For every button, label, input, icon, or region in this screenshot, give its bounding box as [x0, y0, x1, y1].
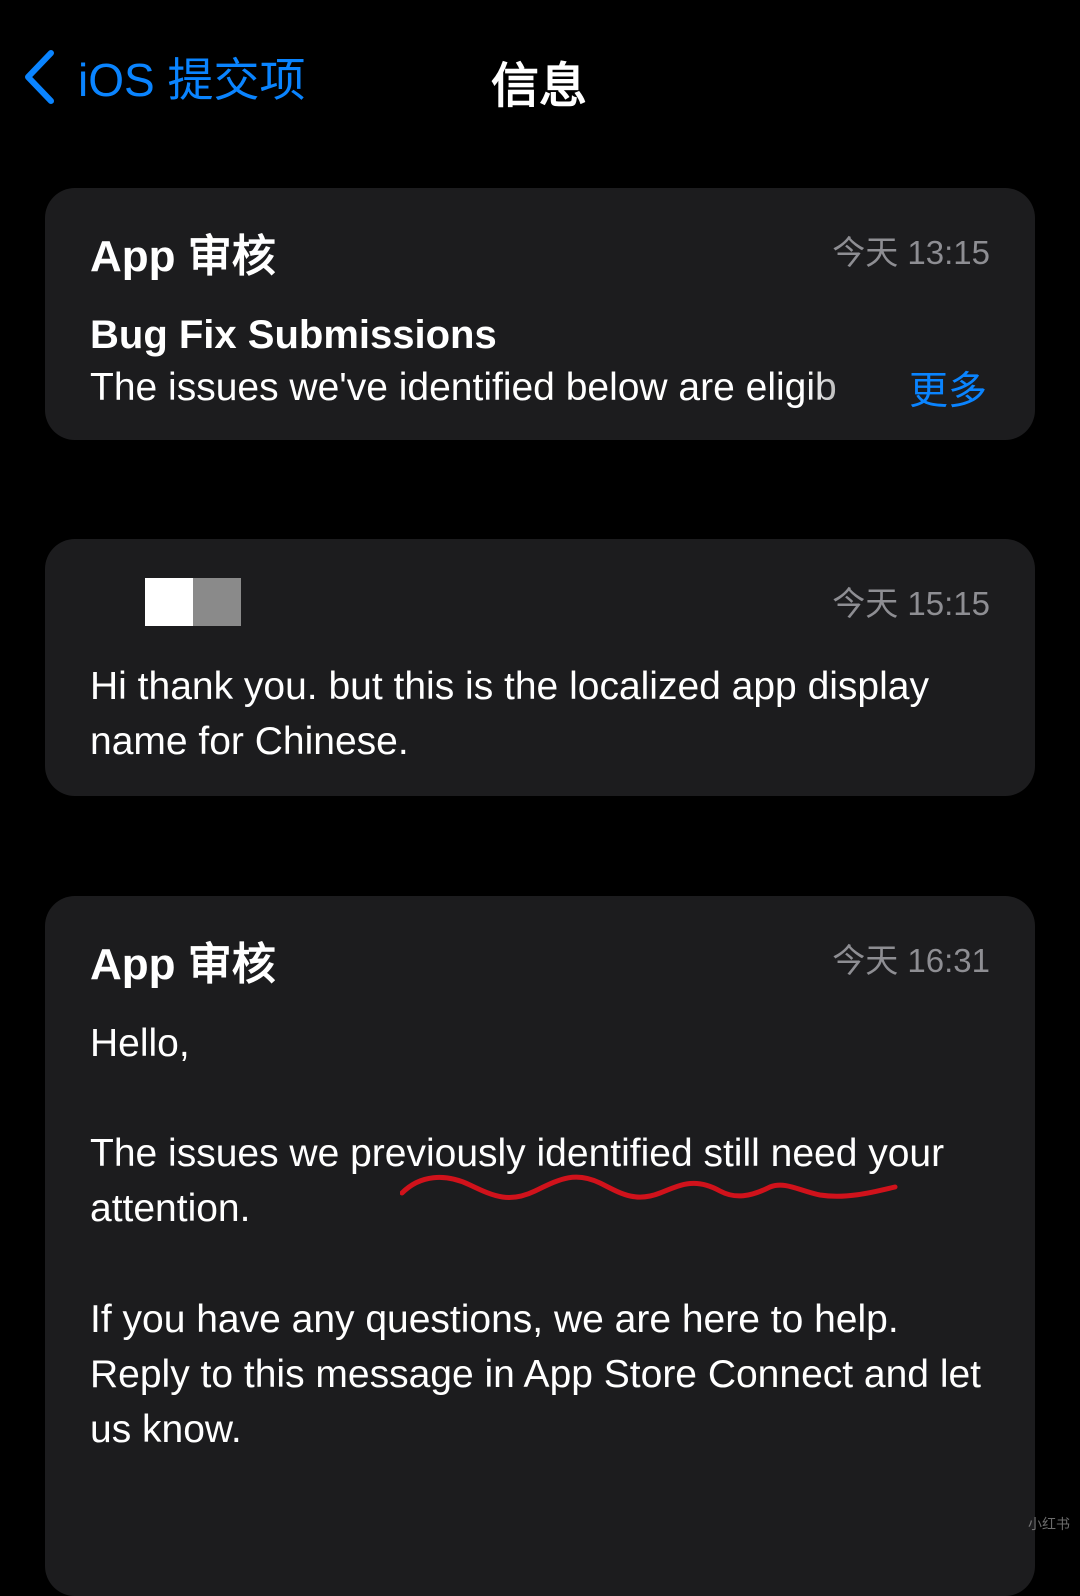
message-body: Hi thank you. but this is the localized …	[90, 665, 929, 763]
message-timestamp: 今天 13:15	[832, 234, 990, 271]
redaction-block	[145, 578, 193, 626]
message-paragraph: The issues we previously identified stil…	[90, 1132, 945, 1230]
message-subject: Bug Fix Submissions	[90, 313, 497, 357]
redaction-block	[193, 578, 241, 626]
message-greeting: Hello,	[90, 1022, 190, 1065]
message-card-1[interactable]: App 审核 今天 13:15 Bug Fix Submissions The …	[45, 188, 1035, 440]
navigation-bar: iOS 提交项 信息	[0, 0, 1080, 150]
page-title-text: 信息	[490, 60, 587, 113]
page-title: 信息	[0, 46, 1080, 116]
message-timestamp: 今天 15:15	[832, 585, 990, 622]
message-preview: The issues we've identified below are el…	[90, 366, 837, 409]
message-preview-row: The issues we've identified below are el…	[90, 363, 990, 413]
message-paragraph: If you have any questions, we are here t…	[90, 1298, 982, 1451]
more-link[interactable]: 更多	[909, 360, 987, 416]
redacted-sender	[145, 578, 241, 626]
message-card-3[interactable]: App 审核 今天 16:31 Hello, The issues we pre…	[45, 896, 1035, 1596]
watermark: 小红书	[1028, 1516, 1070, 1532]
message-sender: App 审核	[90, 232, 276, 281]
message-timestamp: 今天 16:31	[832, 942, 990, 979]
message-card-2[interactable]: 今天 15:15 Hi thank you. but this is the l…	[45, 539, 1035, 796]
message-sender: App 审核	[90, 940, 276, 989]
